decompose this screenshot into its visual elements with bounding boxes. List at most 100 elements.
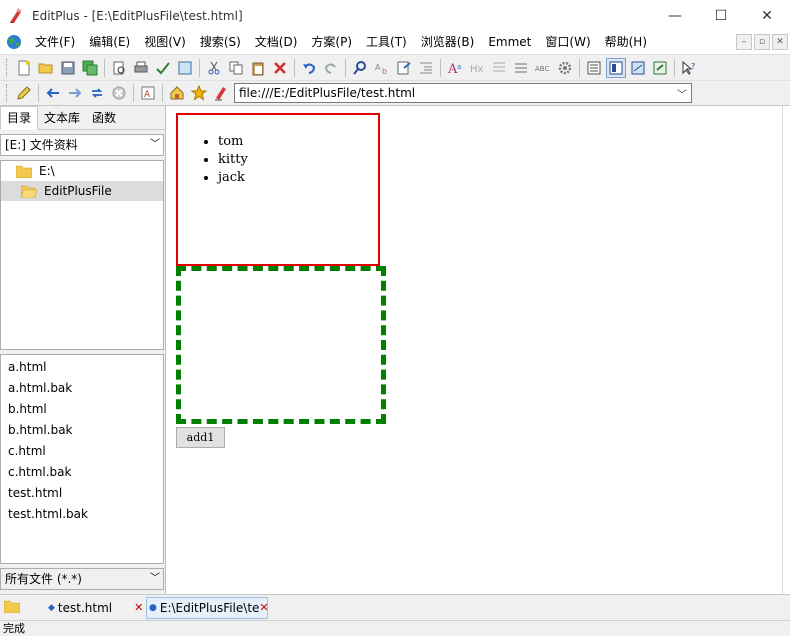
print-preview-icon[interactable] bbox=[109, 58, 129, 78]
tab-functions[interactable]: 函数 bbox=[86, 107, 122, 129]
menu-window[interactable]: 窗口(W) bbox=[538, 32, 597, 52]
favorites-star-icon[interactable] bbox=[189, 83, 209, 103]
output-window-icon[interactable] bbox=[628, 58, 648, 78]
toolbar-grip[interactable] bbox=[6, 58, 9, 77]
find-icon[interactable] bbox=[350, 58, 370, 78]
cut-icon[interactable] bbox=[204, 58, 224, 78]
toolbar-grip[interactable] bbox=[6, 84, 9, 102]
settings-icon[interactable] bbox=[555, 58, 575, 78]
file-list-item[interactable]: b.html.bak bbox=[1, 420, 163, 441]
file-list-item[interactable]: b.html bbox=[1, 399, 163, 420]
menu-help[interactable]: 帮助(H) bbox=[598, 32, 654, 52]
column-icon[interactable] bbox=[489, 58, 509, 78]
refresh-icon[interactable] bbox=[87, 83, 107, 103]
stop-icon[interactable] bbox=[109, 83, 129, 103]
redo-icon[interactable] bbox=[321, 58, 341, 78]
chevron-down-icon[interactable]: ﹀ bbox=[673, 84, 691, 102]
tree-item-label: E:\ bbox=[39, 164, 55, 178]
directory-window-icon[interactable] bbox=[584, 58, 604, 78]
file-list-item[interactable]: test.html bbox=[1, 483, 163, 504]
tab-cliptext[interactable]: 文本库 bbox=[38, 107, 86, 129]
undo-icon[interactable] bbox=[299, 58, 319, 78]
heading-icon[interactable]: Hx bbox=[467, 58, 487, 78]
file-list-item[interactable]: a.html bbox=[1, 357, 163, 378]
save-all-icon[interactable] bbox=[80, 58, 100, 78]
list-item: tom bbox=[218, 133, 378, 151]
toolbar-separator bbox=[162, 84, 163, 102]
help-pointer-icon[interactable]: ? bbox=[679, 58, 699, 78]
mdi-minimize-button[interactable]: – bbox=[736, 34, 752, 50]
file-list-item[interactable]: c.html bbox=[1, 441, 163, 462]
copy-icon[interactable] bbox=[226, 58, 246, 78]
toolbar-separator bbox=[440, 58, 441, 77]
close-button[interactable]: ✕ bbox=[744, 0, 790, 32]
main-toolbar: Ab Aa Hx ABC ? bbox=[0, 54, 790, 80]
drive-select[interactable]: [E:] 文件资料 ﹀ bbox=[0, 134, 164, 156]
mdi-close-button[interactable]: ✕ bbox=[772, 34, 788, 50]
goto-icon[interactable] bbox=[394, 58, 414, 78]
tree-item-drive[interactable]: E:\ bbox=[1, 161, 163, 181]
html-file-icon: ◆ bbox=[48, 602, 55, 613]
font-icon[interactable]: Aa bbox=[445, 58, 465, 78]
list-item: jack bbox=[218, 169, 378, 187]
back-arrow-icon[interactable] bbox=[43, 83, 63, 103]
file-list-item[interactable]: test.html.bak bbox=[1, 504, 163, 525]
browser-view-icon[interactable] bbox=[175, 58, 195, 78]
mdi-restore-button[interactable]: ▫ bbox=[754, 34, 770, 50]
menu-view[interactable]: 视图(V) bbox=[137, 32, 193, 52]
toolbar-separator bbox=[133, 84, 134, 102]
file-filter-select[interactable]: 所有文件 (*.*) ﹀ bbox=[0, 568, 164, 590]
menu-emmet[interactable]: Emmet bbox=[481, 32, 538, 52]
file-filter-value: 所有文件 (*.*) bbox=[5, 572, 82, 586]
forward-arrow-icon[interactable] bbox=[65, 83, 85, 103]
title-bar: EditPlus - [E:\EditPlusFile\test.html] —… bbox=[0, 0, 790, 32]
open-folder-icon[interactable] bbox=[36, 58, 56, 78]
spell-check-icon[interactable] bbox=[153, 58, 173, 78]
delete-icon[interactable] bbox=[270, 58, 290, 78]
save-icon[interactable] bbox=[58, 58, 78, 78]
left-panel: 目录 文本库 函数 [E:] 文件资料 ﹀ E:\ EditPlusFile a… bbox=[0, 106, 166, 594]
doc-tab-test-html[interactable]: ◆ test.html ✕ bbox=[48, 597, 143, 619]
file-list-item[interactable]: c.html.bak bbox=[1, 462, 163, 483]
home-icon[interactable] bbox=[167, 83, 187, 103]
toolbar-separator bbox=[579, 58, 580, 77]
print-icon[interactable] bbox=[131, 58, 151, 78]
lines-icon[interactable] bbox=[511, 58, 531, 78]
menu-document[interactable]: 文档(D) bbox=[248, 32, 305, 52]
folder-icon bbox=[16, 165, 32, 178]
tree-item-editplusfile[interactable]: EditPlusFile bbox=[1, 181, 163, 201]
close-tab-icon[interactable]: ✕ bbox=[259, 601, 267, 614]
doc-tab-browser[interactable]: ● E:\EditPlusFile\te ✕ bbox=[146, 596, 268, 619]
tab-directory[interactable]: 目录 bbox=[0, 106, 39, 130]
cliptext-window-icon[interactable] bbox=[606, 57, 626, 78]
svg-text:b: b bbox=[382, 67, 387, 76]
fullscreen-icon[interactable] bbox=[650, 58, 670, 78]
replace-icon[interactable]: Ab bbox=[372, 58, 392, 78]
menu-tools[interactable]: 工具(T) bbox=[359, 32, 414, 52]
folder-icon[interactable] bbox=[4, 600, 20, 613]
menu-search[interactable]: 搜索(S) bbox=[193, 32, 248, 52]
add1-button[interactable]: add1 bbox=[176, 427, 225, 448]
indent-icon[interactable] bbox=[416, 58, 436, 78]
menu-project[interactable]: 方案(P) bbox=[304, 32, 359, 52]
menu-file[interactable]: 文件(F) bbox=[28, 32, 82, 52]
minimize-button[interactable]: — bbox=[652, 0, 698, 32]
open-folder-icon bbox=[21, 185, 37, 198]
menu-edit[interactable]: 编辑(E) bbox=[82, 32, 137, 52]
abc-icon[interactable]: ABC bbox=[533, 58, 553, 78]
paste-icon[interactable] bbox=[248, 58, 268, 78]
chevron-down-icon[interactable]: ﹀ bbox=[150, 569, 160, 589]
menu-browser[interactable]: 浏览器(B) bbox=[414, 32, 482, 52]
address-bar[interactable]: file:///E:/EditPlusFile/test.html ﹀ bbox=[234, 83, 692, 103]
text-mode-icon[interactable]: A bbox=[138, 83, 158, 103]
document-tabs: ◆ test.html ✕ ● E:\EditPlusFile\te ✕ bbox=[0, 594, 790, 620]
chevron-down-icon[interactable]: ﹀ bbox=[150, 135, 160, 155]
new-file-icon[interactable] bbox=[14, 58, 34, 78]
close-tab-icon[interactable]: ✕ bbox=[134, 601, 143, 614]
browser-tab-icon: ● bbox=[149, 602, 157, 613]
file-list-item[interactable]: a.html.bak bbox=[1, 378, 163, 399]
pencil-icon[interactable] bbox=[14, 83, 34, 103]
globe-icon[interactable] bbox=[6, 34, 22, 50]
editplus-logo-icon[interactable] bbox=[211, 83, 231, 103]
maximize-button[interactable]: ☐ bbox=[698, 0, 744, 32]
